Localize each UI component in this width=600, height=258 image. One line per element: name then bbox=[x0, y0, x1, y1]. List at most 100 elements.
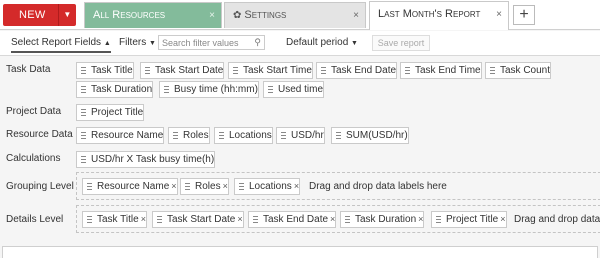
drag-handle-icon bbox=[336, 132, 341, 139]
tab-last-months-report[interactable]: Last Month's Report × bbox=[369, 1, 509, 30]
select-report-fields-toggle[interactable]: Select Report Fields ▲ bbox=[11, 37, 111, 53]
drag-handle-icon bbox=[145, 67, 150, 74]
chip-task-end-time[interactable]: Task End Time bbox=[400, 62, 482, 79]
chip-grouping-roles[interactable]: Roles × bbox=[180, 178, 229, 195]
report-toolbar: Select Report Fields ▲ Filters ▼ ⚲ Defau… bbox=[0, 31, 600, 56]
plus-icon: + bbox=[519, 6, 529, 23]
chip-project-title[interactable]: Project Title bbox=[76, 104, 145, 121]
drag-handle-icon bbox=[233, 67, 238, 74]
search-filter-input[interactable] bbox=[159, 36, 249, 49]
chip-resource-name[interactable]: Resource Name bbox=[76, 127, 165, 144]
chip-details-task-title[interactable]: Task Title × bbox=[82, 211, 147, 228]
drag-handle-icon bbox=[185, 183, 190, 190]
close-icon[interactable]: × bbox=[418, 214, 423, 224]
close-icon[interactable]: × bbox=[141, 214, 146, 224]
chip-label: Task Duration bbox=[355, 214, 417, 225]
chip-task-start-date[interactable]: Task Start Date bbox=[140, 62, 225, 79]
chip-details-task-start-date[interactable]: Task Start Date × bbox=[152, 211, 244, 228]
save-report-button[interactable]: Save report bbox=[372, 35, 430, 51]
chip-label: Roles bbox=[183, 130, 209, 141]
drag-handle-icon bbox=[239, 183, 244, 190]
chip-used-time[interactable]: Used time bbox=[263, 81, 325, 98]
close-icon[interactable]: × bbox=[237, 214, 242, 224]
drag-handle-icon bbox=[81, 132, 86, 139]
chevron-down-icon: ▼ bbox=[351, 40, 358, 47]
close-icon[interactable]: × bbox=[294, 181, 299, 191]
close-icon[interactable]: × bbox=[500, 214, 505, 224]
chip-task-start-time[interactable]: Task Start Time bbox=[228, 62, 313, 79]
drag-handle-icon bbox=[81, 67, 86, 74]
chip-locations[interactable]: Locations bbox=[214, 127, 273, 144]
chip-label: Locations bbox=[249, 181, 292, 192]
chip-task-title[interactable]: Task Title bbox=[76, 62, 134, 79]
chip-label: Task End Date bbox=[331, 65, 397, 76]
chip-label: Task Title bbox=[97, 214, 139, 225]
filters-label: Filters bbox=[119, 37, 147, 48]
chip-label: Used time bbox=[278, 84, 324, 95]
grouping-dropzone-hint: Drag and drop data labels here bbox=[309, 181, 447, 192]
drag-handle-icon bbox=[436, 216, 441, 223]
chip-label: USD/hr bbox=[291, 130, 324, 141]
drag-handle-icon bbox=[87, 183, 92, 190]
tab-report-label: Last Month's Report bbox=[378, 8, 481, 20]
chip-busy-time[interactable]: Busy time (hh:mm) bbox=[159, 81, 259, 98]
search-icon[interactable]: ⚲ bbox=[254, 37, 261, 48]
default-period-label: Default period bbox=[286, 37, 349, 48]
drag-handle-icon bbox=[321, 67, 326, 74]
chip-roles[interactable]: Roles bbox=[168, 127, 210, 144]
tab-bar: NEW ▼ All Resources × ✿ Settings × Last M… bbox=[0, 0, 600, 30]
drag-handle-icon bbox=[81, 109, 86, 116]
drag-handle-icon bbox=[281, 132, 286, 139]
chip-grouping-locations[interactable]: Locations × bbox=[234, 178, 301, 195]
chip-label: Task End Date bbox=[263, 214, 329, 225]
drag-handle-icon bbox=[219, 132, 224, 139]
close-icon[interactable]: × bbox=[209, 3, 215, 28]
chip-label: Project Title bbox=[91, 107, 144, 118]
drag-handle-icon bbox=[81, 86, 86, 93]
tab-settings-label: Settings bbox=[244, 9, 287, 21]
default-period-dropdown[interactable]: Default period ▼ bbox=[286, 37, 358, 48]
chip-details-task-duration[interactable]: Task Duration × bbox=[340, 211, 425, 228]
close-icon[interactable]: × bbox=[353, 3, 359, 28]
drag-handle-icon bbox=[490, 67, 495, 74]
details-level-label: Details Level bbox=[6, 214, 64, 225]
chip-label: Project Title bbox=[446, 214, 499, 225]
chip-label: Task Start Time bbox=[243, 65, 312, 76]
add-tab-button[interactable]: + bbox=[513, 5, 535, 25]
chip-task-count[interactable]: Task Count bbox=[485, 62, 552, 79]
close-icon[interactable]: × bbox=[223, 181, 228, 191]
calculations-label: Calculations bbox=[6, 153, 61, 164]
drag-handle-icon bbox=[81, 156, 86, 163]
chip-label: Task Duration bbox=[91, 84, 153, 95]
chip-label: Roles bbox=[195, 181, 221, 192]
chip-usd-hr-x-task-busy-time[interactable]: USD/hr X Task busy time(h) bbox=[76, 151, 216, 168]
filters-dropdown[interactable]: Filters ▼ bbox=[119, 37, 156, 48]
chevron-up-icon: ▲ bbox=[103, 40, 111, 47]
drag-handle-icon bbox=[87, 216, 92, 223]
chip-label: Task Start Date bbox=[167, 214, 236, 225]
chip-label: Locations bbox=[229, 130, 272, 141]
chip-label: Task Title bbox=[91, 65, 133, 76]
chip-label: Resource Name bbox=[91, 130, 164, 141]
gear-icon: ✿ bbox=[233, 10, 242, 21]
chip-task-end-date[interactable]: Task End Date bbox=[316, 62, 398, 79]
chip-label: SUM(USD/hr) bbox=[346, 130, 408, 141]
drag-handle-icon bbox=[164, 86, 169, 93]
new-button[interactable]: NEW ▼ bbox=[3, 4, 76, 26]
chip-label: Task Start Date bbox=[155, 65, 224, 76]
chip-label: Resource Name bbox=[97, 181, 170, 192]
chip-grouping-resource-name[interactable]: Resource Name × bbox=[82, 178, 178, 195]
tab-settings[interactable]: ✿ Settings × bbox=[224, 2, 366, 28]
chip-details-task-end-date[interactable]: Task End Date × bbox=[248, 211, 337, 228]
chevron-down-icon[interactable]: ▼ bbox=[58, 4, 76, 26]
chip-usd-hr[interactable]: USD/hr bbox=[276, 127, 325, 144]
chip-details-project-title[interactable]: Project Title × bbox=[431, 211, 507, 228]
tab-all-resources[interactable]: All Resources × bbox=[84, 2, 222, 28]
resource-data-label: Resource Data bbox=[6, 129, 73, 140]
close-icon[interactable]: × bbox=[171, 181, 176, 191]
chip-sum-usd-hr[interactable]: SUM(USD/hr) bbox=[331, 127, 409, 144]
close-icon[interactable]: × bbox=[496, 2, 502, 27]
task-data-label: Task Data bbox=[6, 64, 51, 75]
close-icon[interactable]: × bbox=[330, 214, 335, 224]
chip-task-duration[interactable]: Task Duration bbox=[76, 81, 154, 98]
